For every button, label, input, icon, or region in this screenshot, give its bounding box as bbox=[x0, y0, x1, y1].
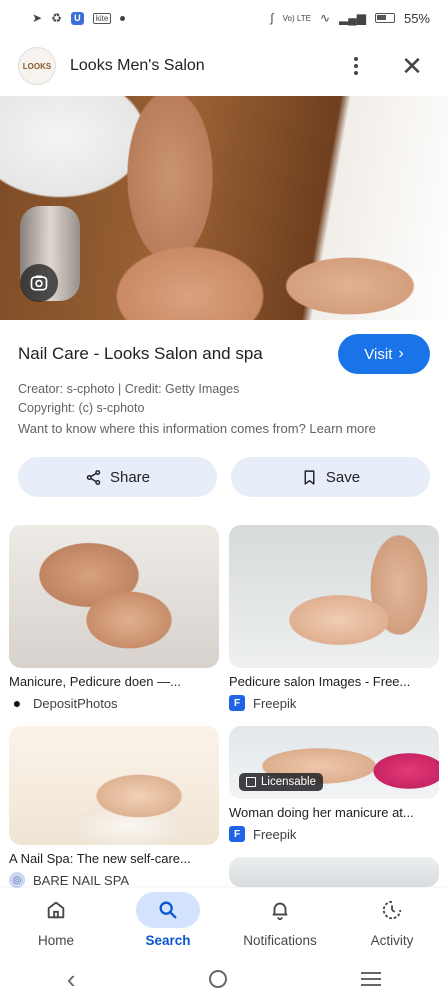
depositphotos-icon: ● bbox=[9, 695, 25, 711]
recents-icon[interactable] bbox=[361, 972, 382, 986]
bookmark-icon bbox=[304, 469, 315, 485]
battery-icon bbox=[374, 13, 395, 23]
back-icon[interactable]: ‹ bbox=[67, 964, 76, 995]
nav-label: Search bbox=[145, 933, 191, 948]
signal-icon: ▂▄▆ bbox=[339, 11, 366, 25]
action-buttons: Share Save bbox=[18, 457, 430, 497]
freepik-icon: F bbox=[229, 695, 245, 711]
dot-icon bbox=[120, 15, 126, 21]
close-icon: ✕ bbox=[401, 50, 423, 81]
activity-icon bbox=[360, 892, 424, 928]
chevron-right-icon: › bbox=[398, 345, 404, 362]
related-caption: Woman doing her manicure at... bbox=[229, 805, 414, 820]
app-icon: U bbox=[70, 11, 84, 25]
sync-icon: ♻ bbox=[51, 11, 62, 25]
creator-line: Creator: s-cphoto | Credit: Getty Images bbox=[18, 382, 240, 396]
related-caption: A Nail Spa: The new self-care... bbox=[9, 851, 191, 866]
lens-button[interactable] bbox=[20, 264, 58, 302]
learn-more-link[interactable]: Want to know where this information come… bbox=[18, 421, 376, 436]
status-right: ∫ Vo) LTE ∿ ▂▄▆ 55% bbox=[270, 11, 430, 26]
lens-icon bbox=[30, 275, 48, 291]
bottom-navigation: Home Search Notifications Activity bbox=[0, 888, 448, 958]
related-source: F Freepik bbox=[229, 695, 439, 711]
source-name: Freepik bbox=[253, 695, 297, 711]
page-title: Nail Care - Looks Salon and spa bbox=[18, 344, 263, 363]
related-source: ● DepositPhotos bbox=[9, 695, 219, 711]
source-name: Freepik bbox=[253, 826, 297, 842]
share-button[interactable]: Share bbox=[18, 457, 217, 497]
bluetooth-icon: ∫ bbox=[270, 11, 274, 25]
related-caption: Manicure, Pedicure doen —... bbox=[9, 674, 181, 689]
save-button[interactable]: Save bbox=[231, 457, 430, 497]
home-circle-icon[interactable] bbox=[209, 970, 228, 988]
status-left: ➤ ♻ U kite bbox=[32, 11, 126, 25]
globe-icon: ◎ bbox=[9, 872, 25, 888]
source-name: DepositPhotos bbox=[33, 695, 118, 711]
share-icon bbox=[86, 469, 101, 485]
telegram-icon: ➤ bbox=[32, 11, 43, 25]
source-name: BARE NAIL SPA bbox=[33, 872, 130, 888]
related-card[interactable]: Manicure, Pedicure doen —... ● DepositPh… bbox=[9, 525, 219, 711]
nav-search[interactable]: Search bbox=[112, 892, 224, 948]
more-options-button[interactable] bbox=[338, 48, 374, 84]
site-name[interactable]: Looks Men's Salon bbox=[70, 57, 338, 75]
more-vert-icon bbox=[354, 57, 358, 75]
lte-icon: Vo) LTE bbox=[282, 13, 311, 23]
related-caption: Pedicure salon Images - Free... bbox=[229, 674, 411, 689]
visit-label: Visit bbox=[364, 345, 393, 363]
title-row: Nail Care - Looks Salon and spa Visit › bbox=[18, 334, 430, 374]
search-icon bbox=[136, 892, 200, 928]
nav-activity[interactable]: Activity bbox=[336, 892, 448, 948]
status-bar: ➤ ♻ U kite ∫ Vo) LTE ∿ ▂▄▆ 55% bbox=[0, 0, 448, 36]
nav-label: Home bbox=[37, 933, 74, 948]
related-image[interactable] bbox=[229, 857, 439, 887]
related-source: ◎ BARE NAIL SPA bbox=[9, 872, 219, 888]
image-credits: Creator: s-cphoto | Credit: Getty Images… bbox=[18, 380, 239, 418]
related-image[interactable] bbox=[9, 525, 219, 668]
licensable-label: Licensable bbox=[261, 776, 316, 788]
copyright-line: Copyright: (c) s-cphoto bbox=[18, 401, 145, 415]
related-card[interactable] bbox=[229, 857, 439, 887]
related-image[interactable] bbox=[229, 525, 439, 668]
home-icon bbox=[24, 892, 88, 928]
freepik-icon: F bbox=[229, 826, 245, 842]
related-card[interactable]: A Nail Spa: The new self-care... ◎ BARE … bbox=[9, 726, 219, 888]
result-header: LOOKS Looks Men's Salon ✕ bbox=[0, 44, 448, 88]
nav-home[interactable]: Home bbox=[0, 892, 112, 948]
save-label: Save bbox=[325, 468, 361, 486]
visit-button[interactable]: Visit › bbox=[338, 334, 430, 374]
related-image[interactable] bbox=[9, 726, 219, 845]
system-navigation: ‹ bbox=[0, 958, 448, 1000]
battery-percent: 55% bbox=[403, 10, 430, 26]
related-source: F Freepik bbox=[229, 826, 439, 842]
licensable-badge: Licensable bbox=[239, 773, 323, 791]
close-button[interactable]: ✕ bbox=[394, 48, 430, 84]
related-card[interactable]: Licensable Woman doing her manicure at..… bbox=[229, 726, 439, 842]
hero-image[interactable] bbox=[0, 96, 448, 320]
site-logo[interactable]: LOOKS bbox=[18, 47, 56, 85]
logo-text: LOOKS bbox=[22, 61, 52, 71]
related-card[interactable]: Pedicure salon Images - Free... F Freepi… bbox=[229, 525, 439, 711]
nav-label: Activity bbox=[370, 933, 414, 948]
image-icon bbox=[246, 777, 256, 787]
wifi-icon: ∿ bbox=[319, 11, 330, 25]
share-label: Share bbox=[109, 468, 151, 486]
bell-icon bbox=[248, 892, 312, 928]
news-icon: kite bbox=[92, 12, 112, 24]
nav-label: Notifications bbox=[243, 933, 317, 948]
nav-notifications[interactable]: Notifications bbox=[224, 892, 336, 948]
related-image[interactable]: Licensable bbox=[229, 726, 439, 799]
